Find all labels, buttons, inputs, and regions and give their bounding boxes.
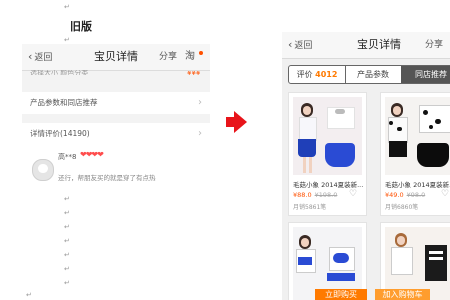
new-version-screen: ‹ 返回 宝贝详情 分享 评价 4012 产品参数 同店推荐 毛菇小象 2014夏… bbox=[282, 32, 450, 300]
partial-option-text: 选择大小 颜色分类 bbox=[30, 70, 89, 75]
action-bar: 立即购买 加入购物车 bbox=[315, 289, 450, 300]
rating-hearts-icon: ❤❤❤❤ bbox=[80, 150, 104, 159]
product-price: ¥49.0 ¥98.0 bbox=[385, 191, 425, 199]
product-name: 毛菇小象 2014夏装新... bbox=[293, 181, 364, 189]
add-to-cart-button[interactable]: 加入购物车 bbox=[375, 289, 430, 300]
tab-params[interactable]: 产品参数 bbox=[345, 66, 402, 83]
review-item: 高**8 ❤❤❤❤ 还行，帮朋友买的就是穿了有点热 bbox=[22, 144, 210, 194]
chevron-right-icon: › bbox=[198, 128, 202, 139]
old-version-screen: ‹ 返回 宝贝详情 分享 淘 选择大小 颜色分类 ¥¥¥ 产品参数和同店推荐 › … bbox=[22, 44, 210, 194]
params-recommend-row[interactable]: 产品参数和同店推荐 › bbox=[22, 92, 210, 114]
old-version-label: 旧版 bbox=[70, 20, 92, 33]
product-image bbox=[293, 97, 362, 175]
current-price: ¥88.0 bbox=[293, 191, 312, 199]
tab-reviews-count: 4012 bbox=[315, 70, 338, 79]
back-label: 返回 bbox=[34, 53, 53, 63]
back-button[interactable]: ‹ 返回 bbox=[288, 32, 312, 58]
tab-bar: 评价 4012 产品参数 同店推荐 bbox=[288, 65, 450, 84]
favorite-icon[interactable]: ♡ bbox=[349, 189, 357, 199]
product-price: ¥88.0 ¥198.0 bbox=[293, 191, 337, 199]
chevron-right-icon: › bbox=[198, 97, 202, 108]
chevron-left-icon: ‹ bbox=[288, 38, 293, 51]
original-price: ¥98.0 bbox=[406, 191, 426, 199]
reviews-label: 详情评价(14190) bbox=[30, 129, 90, 138]
current-price: ¥49.0 bbox=[385, 191, 404, 199]
share-button[interactable]: 分享 bbox=[425, 32, 443, 58]
monthly-sales: 月销5861笔 bbox=[293, 204, 327, 211]
taobao-button[interactable]: 淘 bbox=[185, 44, 195, 70]
product-card[interactable]: 毛菇小象 2014夏装新... ¥88.0 ¥198.0 月销5861笔 ♡ bbox=[288, 92, 367, 216]
notification-dot bbox=[199, 51, 203, 55]
page-title: 宝贝详情 bbox=[357, 38, 401, 51]
old-header: ‹ 返回 宝贝详情 分享 淘 bbox=[22, 44, 210, 71]
avatar bbox=[32, 159, 54, 181]
favorite-icon[interactable]: ♡ bbox=[441, 189, 449, 199]
chevron-left-icon: ‹ bbox=[28, 50, 33, 63]
product-name: 毛菇小象 2014夏装新... bbox=[385, 181, 450, 189]
partial-price-text: ¥¥¥ bbox=[187, 71, 201, 76]
product-image bbox=[385, 97, 450, 175]
reviews-row[interactable]: 详情评价(14190) › bbox=[22, 123, 210, 145]
tab-store-recommend[interactable]: 同店推荐 bbox=[401, 66, 450, 83]
share-button[interactable]: 分享 bbox=[159, 44, 177, 70]
review-username: 高**8 bbox=[58, 153, 77, 161]
back-label: 返回 bbox=[294, 41, 313, 51]
params-recommend-label: 产品参数和同店推荐 bbox=[30, 98, 98, 107]
original-price: ¥198.0 bbox=[314, 191, 338, 199]
tab-reviews[interactable]: 评价 4012 bbox=[289, 66, 346, 83]
tab-reviews-label: 评价 bbox=[296, 70, 313, 79]
back-button[interactable]: ‹ 返回 bbox=[28, 44, 52, 70]
review-text: 还行，帮朋友买的就是穿了有点热 bbox=[58, 174, 156, 182]
buy-now-button[interactable]: 立即购买 bbox=[315, 289, 367, 300]
monthly-sales: 月销6860笔 bbox=[385, 204, 419, 211]
product-card[interactable]: 毛菇小象 2014夏装新... ¥49.0 ¥98.0 月销6860笔 ♡ bbox=[380, 92, 450, 216]
new-header: ‹ 返回 宝贝详情 分享 bbox=[282, 32, 450, 59]
page-title: 宝贝详情 bbox=[94, 50, 138, 63]
